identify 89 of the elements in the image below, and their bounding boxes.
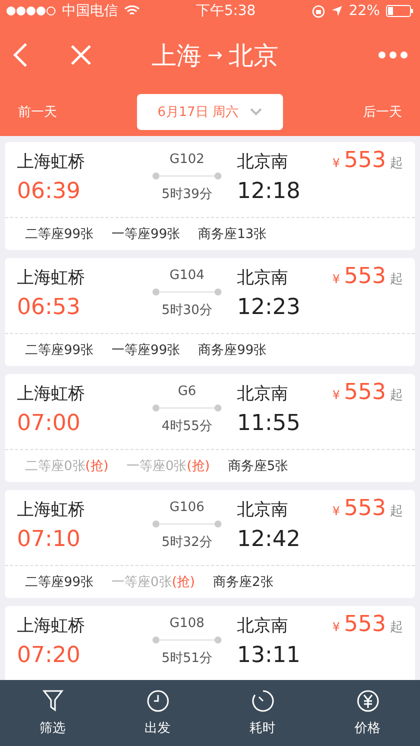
seat-availability: 商务座5张 [228,458,288,475]
train-card[interactable]: 上海虹桥 07:10 G106 5时32分 北京南 12:42 ¥ 553 起 二等座99张 一等座0张(抢) 商务座2张 [5,490,415,598]
seat-availability: 商务座2张 [212,574,274,591]
train-card[interactable]: 上海虹桥 07:20 G108 5时51分 北京南 13:11 ¥ 553 起 [5,606,415,680]
battery-percent: 22% [348,3,380,19]
seat-availability: 一等座99张 [112,226,180,243]
sort-tab[interactable]: 筛选 [0,680,105,746]
departure-station: 上海虹桥 [17,267,85,289]
departure-station: 上海虹桥 [17,151,85,173]
seat-availability: 二等座99张 [25,342,94,359]
seat-availability: 二等座99张 [25,574,94,591]
close-icon[interactable] [70,44,92,66]
route-line-icon [151,170,223,182]
timer-icon [250,689,274,713]
ticket-price: 553 [344,496,386,521]
sort-tab[interactable]: 价格 [315,680,420,746]
clock-time: 下午5:38 [196,2,256,20]
back-icon[interactable] [12,42,28,68]
price-suffix: 起 [390,619,403,636]
train-card[interactable]: 上海虹桥 06:39 G102 5时39分 北京南 12:18 ¥ 553 起 二等座99张 一等座99张 商务座13张 [5,142,415,250]
seat-availability: 商务座99张 [198,342,267,359]
price-suffix: 起 [390,503,403,520]
destination-city: 北京 [228,40,279,72]
currency-sign: ¥ [332,156,340,170]
route-line-icon [151,634,223,646]
carrier-name: 中国电信 [62,2,118,20]
price-suffix: 起 [390,155,403,172]
departure-time: 06:39 [17,179,80,204]
arrival-station: 北京南 [237,499,288,521]
arrival-time: 12:23 [237,295,300,320]
train-number: G6 [178,384,196,399]
clock-icon [146,689,170,713]
location-icon [330,5,343,17]
rotation-lock-icon [312,4,325,18]
seat-availability: 二等座0张 [25,458,86,475]
ticket-price: 553 [344,148,386,173]
ticket-price: 553 [344,380,386,405]
train-number: G102 [170,152,204,167]
departure-time: 07:10 [17,527,80,552]
price-suffix: 起 [390,387,403,404]
sort-tab[interactable]: 出发 [105,680,210,746]
currency-sign: ¥ [332,272,340,286]
departure-time: 07:20 [17,643,80,668]
travel-duration: 4时55分 [162,418,212,435]
departure-station: 上海虹桥 [17,499,85,521]
travel-duration: 5时32分 [162,534,212,551]
seat-availability: 二等座99张 [25,226,94,243]
seat-availability: 一等座0张 [126,458,187,475]
origin-city: 上海 [151,40,202,72]
departure-time: 06:53 [17,295,80,320]
arrival-time: 13:11 [237,643,300,668]
train-card[interactable]: 上海虹桥 06:53 G104 5时30分 北京南 12:23 ¥ 553 起 二等座99张 一等座99张 商务座99张 [5,258,415,366]
ticket-price: 553 [344,612,386,637]
ticket-price: 553 [344,264,386,289]
chevron-down-icon [250,108,262,116]
currency-sign: ¥ [332,504,340,518]
battery-icon [386,5,414,17]
arrival-time: 11:55 [237,411,300,436]
departure-station: 上海虹桥 [17,383,85,405]
train-number: G106 [170,500,204,515]
seat-availability: 商务座13张 [198,226,267,243]
route-line-icon [151,518,223,530]
departure-time: 07:00 [17,411,80,436]
route-arrow: → [207,44,223,66]
travel-duration: 5时51分 [162,650,212,667]
yuan-icon [356,689,380,713]
seat-availability: 一等座99张 [112,342,180,359]
sort-tab[interactable]: 耗时 [210,680,315,746]
seat-availability: 一等座0张 [112,574,172,591]
train-number: G104 [170,268,204,283]
arrival-station: 北京南 [237,383,288,405]
travel-duration: 5时39分 [162,186,212,203]
price-suffix: 起 [390,271,403,288]
currency-sign: ¥ [332,388,340,402]
route-line-icon [151,286,223,298]
arrival-station: 北京南 [237,615,288,637]
travel-duration: 5时30分 [162,302,212,319]
arrival-station: 北京南 [237,267,288,289]
departure-station: 上海虹桥 [17,615,85,637]
train-number: G108 [170,616,204,631]
arrival-time: 12:18 [237,179,300,204]
more-icon[interactable] [378,51,408,59]
filter-icon [42,689,64,713]
route-line-icon [151,402,223,414]
arrival-station: 北京南 [237,151,288,173]
signal-icon [6,6,56,16]
wifi-icon [124,5,140,17]
arrival-time: 12:42 [237,527,300,552]
currency-sign: ¥ [332,620,340,634]
